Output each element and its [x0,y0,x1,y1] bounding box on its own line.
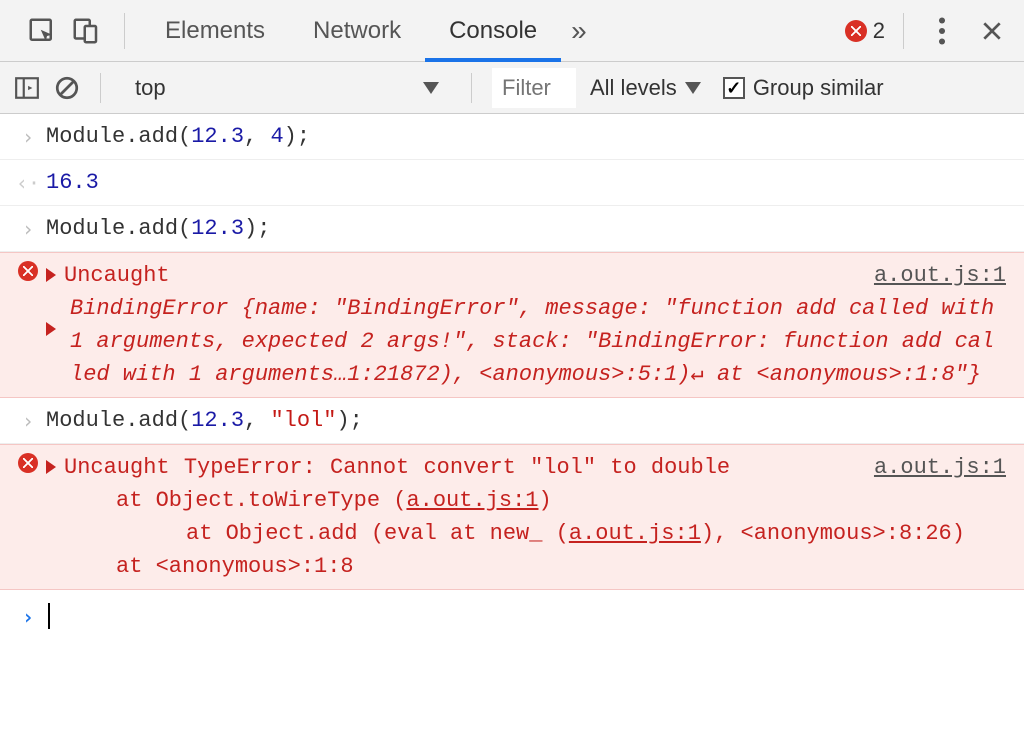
console-error-content: a.out.js:1 Uncaught TypeError: Cannot co… [46,451,1006,583]
kebab-menu-icon[interactable] [920,17,964,45]
divider [471,73,472,103]
divider [903,13,904,49]
execution-context-value: top [135,75,166,101]
checkbox-checked-icon [723,77,745,99]
console-output-value: 16.3 [46,166,1006,199]
error-count-badge[interactable]: 2 [845,18,885,44]
console-toolbar: top All levels Group similar [0,62,1024,114]
console-error-content: a.out.js:1 Uncaught BindingError {name: … [46,259,1006,391]
error-icon [10,259,46,281]
input-chevron-icon: › [10,212,46,244]
show-console-sidebar-icon[interactable] [14,75,40,101]
expand-icon[interactable] [46,460,56,474]
output-chevron-icon: ‹· [10,166,46,198]
close-icon[interactable] [970,20,1014,42]
console-input-row: › Module.add(12.3, 4); [0,114,1024,160]
divider [100,73,101,103]
log-levels-select[interactable]: All levels [590,75,701,101]
source-link[interactable]: a.out.js:1 [406,488,538,513]
tab-console[interactable]: Console [425,0,561,62]
devtools-tabbar: Elements Network Console » 2 [0,0,1024,62]
inspect-element-icon[interactable] [20,16,64,46]
device-toggle-icon[interactable] [64,16,108,46]
stack-trace: at Object.toWireType (a.out.js:1) at Obj… [46,484,1006,583]
console-input-code: Module.add(12.3); [46,212,1006,245]
input-chevron-icon: › [10,404,46,436]
chevron-down-icon [685,82,701,94]
prompt-chevron-icon: › [10,600,46,632]
clear-console-icon[interactable] [54,75,80,101]
console-input-code: Module.add(12.3, "lol"); [46,404,1006,437]
divider [124,13,125,49]
log-levels-label: All levels [590,75,677,101]
error-headline: Uncaught [64,263,170,288]
error-object-detail: BindingError {name: "BindingError", mess… [46,292,1006,391]
source-link[interactable]: a.out.js:1 [874,259,1006,292]
group-similar-toggle[interactable]: Group similar [723,75,884,101]
expand-icon[interactable] [46,322,56,336]
console-prompt[interactable]: › [0,590,1024,639]
execution-context-select[interactable]: top [121,68,451,108]
error-icon [10,451,46,473]
console-input-row: › Module.add(12.3); [0,206,1024,252]
error-count-value: 2 [873,18,885,44]
tab-network[interactable]: Network [289,0,425,62]
console-error-row: a.out.js:1 Uncaught TypeError: Cannot co… [0,444,1024,590]
tabs-overflow-icon[interactable]: » [561,0,597,62]
filter-input[interactable] [492,68,576,108]
chevron-down-icon [423,82,439,94]
error-icon [845,20,867,42]
console-error-row: a.out.js:1 Uncaught BindingError {name: … [0,252,1024,398]
input-chevron-icon: › [10,120,46,152]
group-similar-label: Group similar [753,75,884,101]
source-link[interactable]: a.out.js:1 [874,451,1006,484]
expand-icon[interactable] [46,268,56,282]
console-input-row: › Module.add(12.3, "lol"); [0,398,1024,444]
console-prompt-input[interactable] [46,600,1006,633]
console-input-code: Module.add(12.3, 4); [46,120,1006,153]
tab-elements[interactable]: Elements [141,0,289,62]
console-output-row: ‹· 16.3 [0,160,1024,206]
console-output: › Module.add(12.3, 4); ‹· 16.3 › Module.… [0,114,1024,639]
error-headline: Uncaught TypeError: Cannot convert "lol"… [64,455,730,480]
source-link[interactable]: a.out.js:1 [569,521,701,546]
